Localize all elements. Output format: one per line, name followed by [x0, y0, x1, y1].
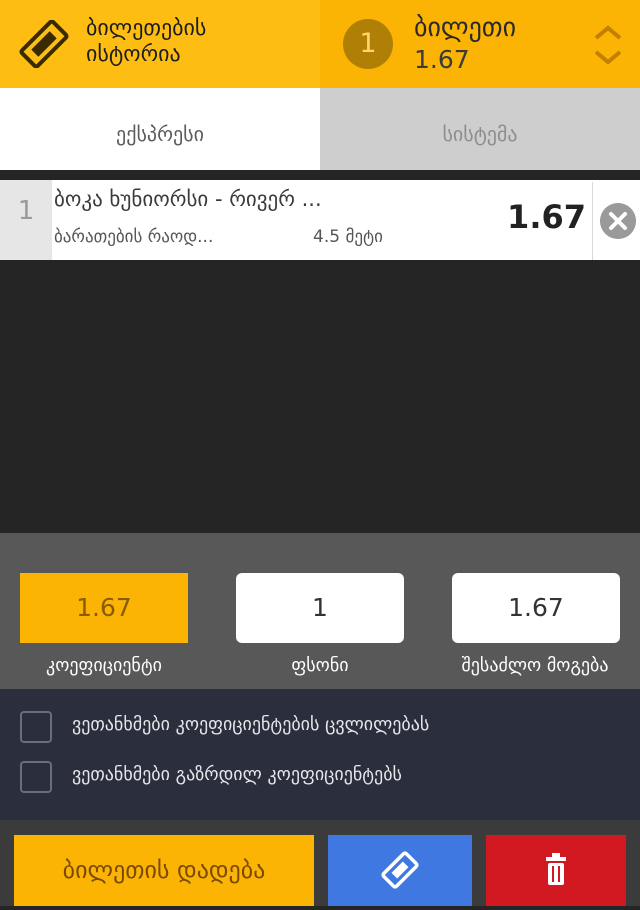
stake-input[interactable]: 1 — [236, 573, 404, 643]
coefficient-label: კოეფიციენტი — [46, 655, 162, 676]
ticket-icon — [381, 851, 419, 889]
ticket-history-label: ბილეთების ისტორია — [86, 16, 207, 67]
ticket-icon — [19, 20, 69, 68]
clear-slip-button[interactable] — [486, 835, 626, 906]
bet-market: ბარათების რაოდ... — [54, 227, 214, 247]
bet-selection: 4.5 მეტი — [313, 227, 383, 247]
place-bet-button[interactable]: ბილეთის დადება — [14, 835, 314, 906]
accept-increased-odds-label[interactable]: ვეთანხმები გაზრდილ კოეფიციენტებს — [72, 764, 402, 785]
accept-increased-odds-checkbox[interactable] — [20, 761, 52, 793]
tab-express[interactable]: ექსპრესი — [0, 88, 320, 170]
trash-icon — [546, 853, 566, 885]
slip-total-odds: 1.67 — [414, 45, 470, 74]
bet-index: 1 — [0, 180, 52, 260]
stake-label: ფსონი — [291, 655, 349, 676]
bet-event-name: ბოკა ხუნიორსი - რივერ ... — [54, 187, 322, 211]
possible-win-label: შესაძლო მოგება — [461, 655, 609, 676]
accept-odds-change-label[interactable]: ვეთანხმები კოეფიციენტების ცვლილებას — [72, 714, 429, 735]
slip-title: ბილეთი — [414, 13, 517, 43]
accept-odds-change-checkbox[interactable] — [20, 711, 52, 743]
coefficient-field: 1.67 — [20, 573, 188, 643]
remove-bet-icon[interactable] — [600, 203, 636, 239]
bet-odds: 1.67 — [507, 198, 586, 236]
slip-count-badge: 1 — [343, 19, 393, 69]
expand-collapse-icon[interactable] — [588, 20, 628, 68]
quick-bet-button[interactable] — [328, 835, 472, 906]
possible-win-field: 1.67 — [452, 573, 620, 643]
agreements-panel — [0, 689, 640, 820]
divider — [592, 182, 593, 260]
tab-system[interactable]: სისტემა — [320, 88, 640, 170]
